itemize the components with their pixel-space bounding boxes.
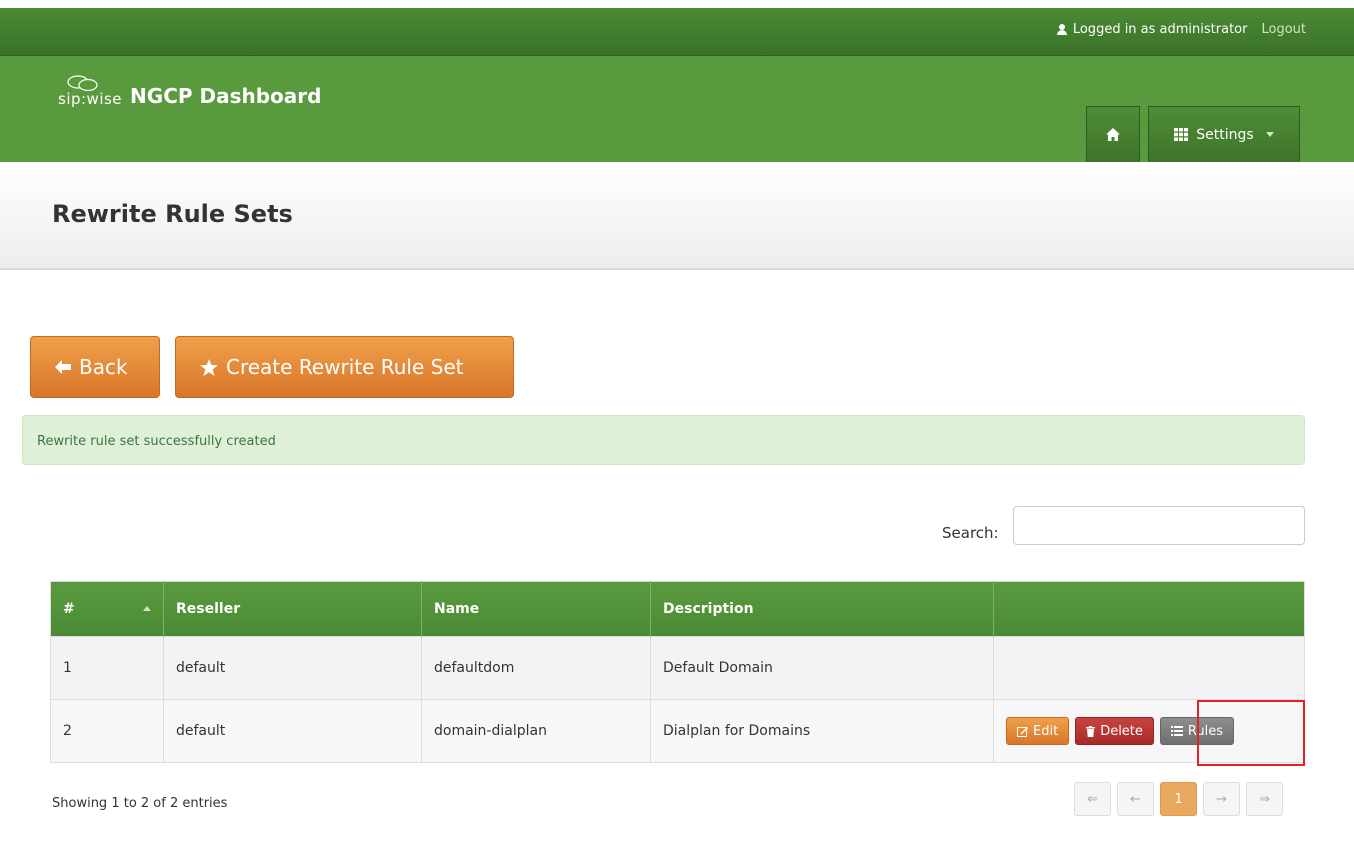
prev-page-button[interactable]: ← — [1117, 782, 1154, 816]
rewrite-rule-sets-table: # Reseller Name Description 1 default de… — [50, 581, 1305, 763]
create-label: Create Rewrite Rule Set — [226, 355, 464, 379]
cell-actions — [993, 636, 1305, 700]
arrow-left-icon — [55, 360, 71, 374]
next-page-button[interactable]: → — [1203, 782, 1240, 816]
alert-message: Rewrite rule set successfully created — [37, 434, 276, 449]
speech-bubbles-icon — [67, 75, 98, 92]
sort-asc-icon — [143, 606, 151, 611]
back-button[interactable]: Back — [30, 336, 160, 398]
user-icon — [1056, 24, 1067, 35]
success-alert: Rewrite rule set successfully created — [22, 415, 1305, 465]
settings-label: Settings — [1196, 126, 1254, 143]
star-icon — [200, 358, 218, 376]
chevron-down-icon — [1265, 132, 1274, 137]
brand[interactable]: sip:wise NGCP Dashboard — [58, 75, 322, 108]
rules-highlight-box — [1197, 700, 1305, 766]
first-page-button[interactable]: ⇐ — [1074, 782, 1111, 816]
cell-id: 1 — [50, 636, 164, 700]
search-input[interactable] — [1013, 506, 1305, 545]
topbar-right: Logged in as administrator Logout — [1056, 22, 1306, 37]
entries-info: Showing 1 to 2 of 2 entries — [52, 796, 228, 811]
search-label: Search: — [942, 524, 999, 542]
column-header-name[interactable]: Name — [421, 581, 651, 637]
cell-name: domain-dialplan — [421, 699, 651, 763]
brand-title: NGCP Dashboard — [130, 84, 322, 108]
cell-reseller: default — [163, 636, 422, 700]
page-1-button[interactable]: 1 — [1160, 782, 1197, 816]
table-row[interactable]: 2 default domain-dialplan Dialplan for D… — [50, 699, 1305, 763]
settings-menu[interactable]: Settings — [1148, 106, 1300, 162]
grid-icon — [1174, 128, 1189, 141]
page-title: Rewrite Rule Sets — [52, 200, 293, 228]
home-button[interactable] — [1086, 106, 1140, 162]
top-bar: Logged in as administrator Logout — [0, 8, 1354, 56]
column-header-actions — [993, 581, 1305, 637]
cell-name: defaultdom — [421, 636, 651, 700]
create-rewrite-rule-set-button[interactable]: Create Rewrite Rule Set — [175, 336, 514, 398]
list-icon — [1170, 726, 1183, 736]
cell-id: 2 — [50, 699, 164, 763]
table-header-row: # Reseller Name Description — [50, 581, 1305, 637]
cell-description: Default Domain — [650, 636, 994, 700]
delete-button[interactable]: Delete — [1075, 717, 1154, 745]
edit-icon — [1017, 726, 1028, 737]
back-label: Back — [79, 355, 128, 379]
last-page-button[interactable]: ⇒ — [1246, 782, 1283, 816]
home-icon — [1106, 128, 1120, 141]
column-header-description[interactable]: Description — [650, 581, 994, 637]
column-header-reseller[interactable]: Reseller — [163, 581, 422, 637]
header: sip:wise NGCP Dashboard Settings — [0, 56, 1354, 162]
logged-in-label: Logged in as administrator — [1072, 22, 1248, 37]
cell-description: Dialplan for Domains — [650, 699, 994, 763]
logout-link[interactable]: Logout — [1261, 22, 1306, 37]
table-row[interactable]: 1 default defaultdom Default Domain — [50, 636, 1305, 700]
cell-reseller: default — [163, 699, 422, 763]
user-info: Logged in as administrator — [1056, 22, 1248, 37]
pagination: ⇐ ← 1 → ⇒ — [1074, 782, 1283, 816]
page-title-bar: Rewrite Rule Sets — [0, 162, 1354, 270]
trash-icon — [1086, 725, 1096, 737]
edit-button[interactable]: Edit — [1006, 717, 1070, 745]
sipwise-logo: sip:wise — [58, 75, 122, 108]
column-header-id[interactable]: # — [50, 581, 164, 637]
